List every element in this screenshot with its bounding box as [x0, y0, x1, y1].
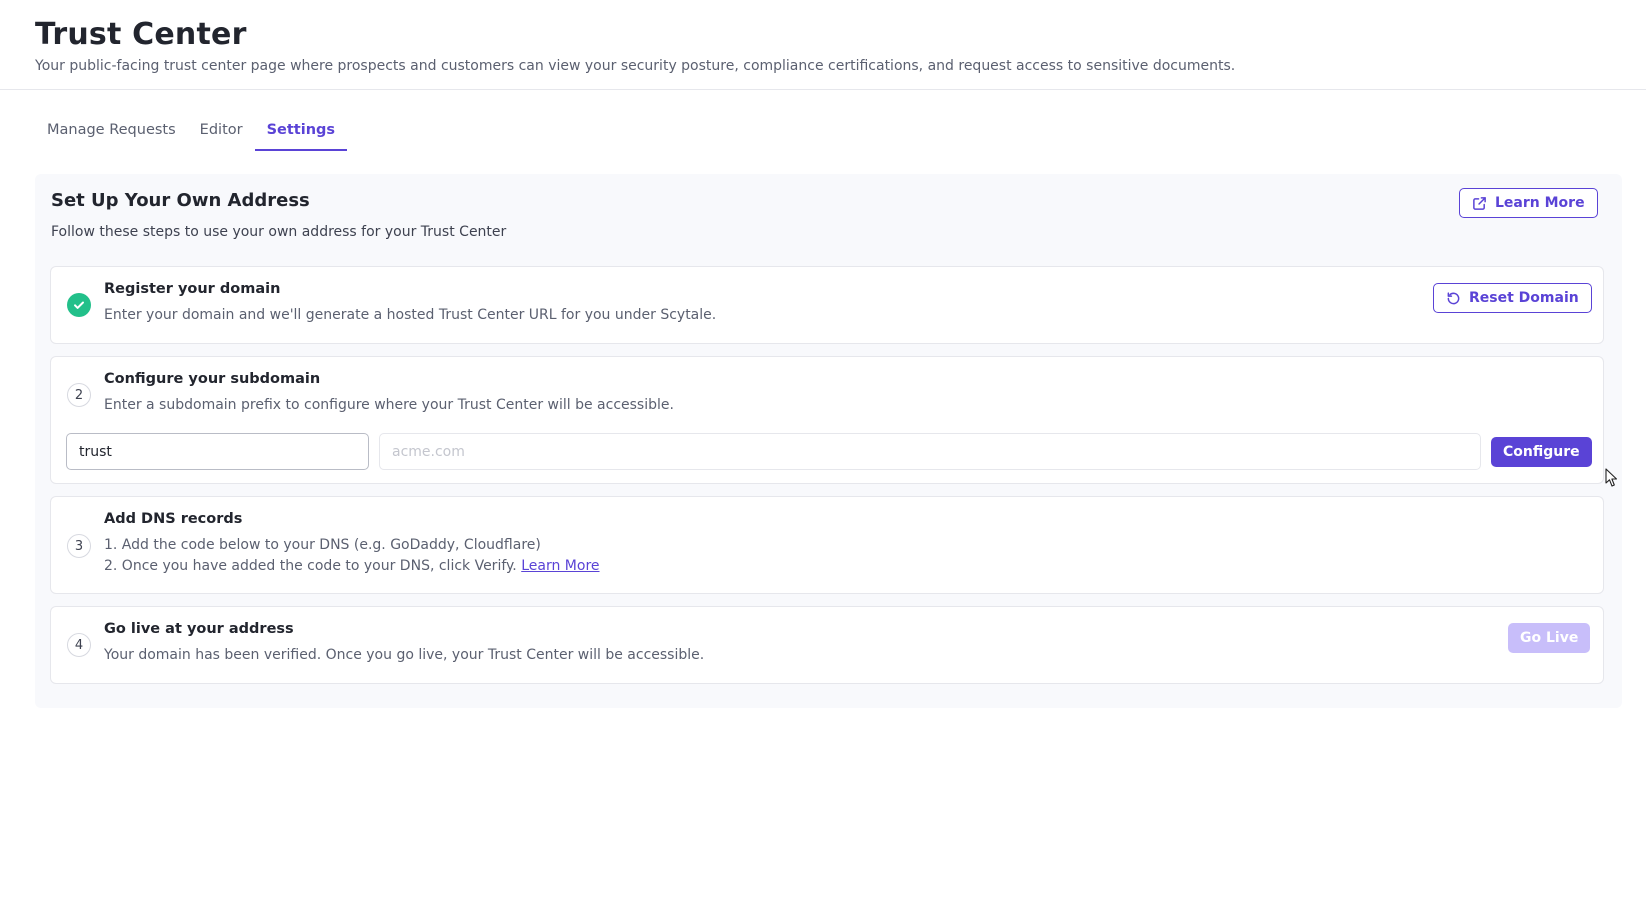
mouse-cursor-icon: [1605, 468, 1618, 487]
reset-domain-button[interactable]: Reset Domain: [1433, 283, 1592, 313]
step-register-domain: Register your domain Enter your domain a…: [50, 266, 1604, 344]
page-header: Trust Center Your public-facing trust ce…: [0, 0, 1646, 90]
step-description: Enter a subdomain prefix to configure wh…: [104, 397, 674, 413]
tab-editor[interactable]: Editor: [188, 112, 255, 151]
step-title: Register your domain: [104, 281, 281, 297]
go-live-button[interactable]: Go Live: [1508, 623, 1591, 653]
tab-manage-requests[interactable]: Manage Requests: [35, 112, 188, 151]
step-description: Your domain has been verified. Once you …: [104, 647, 705, 663]
subdomain-prefix-input[interactable]: [66, 433, 369, 470]
check-icon: [67, 293, 91, 317]
step-number: 2: [67, 383, 91, 407]
external-link-icon: [1472, 196, 1495, 211]
step-title: Configure your subdomain: [104, 371, 321, 387]
reset-icon: [1446, 291, 1469, 306]
step-title: Add DNS records: [104, 511, 243, 527]
panel-title: Set Up Your Own Address: [51, 190, 310, 211]
learn-more-button[interactable]: Learn More: [1459, 188, 1598, 218]
tab-settings[interactable]: Settings: [254, 112, 348, 151]
domain-input[interactable]: [379, 433, 1481, 470]
dns-instruction-2-row: 2. Once you have added the code to your …: [104, 556, 600, 577]
step-number: 3: [67, 534, 91, 558]
custom-address-panel: Set Up Your Own Address Follow these ste…: [35, 174, 1622, 708]
dns-instruction-1: 1. Add the code below to your DNS (e.g. …: [104, 537, 541, 553]
dns-learn-more-link[interactable]: Learn More: [521, 558, 599, 574]
step-description: Enter your domain and we'll generate a h…: [104, 307, 717, 323]
learn-more-label: Learn More: [1495, 195, 1585, 211]
tab-bar: Manage Requests Editor Settings: [35, 112, 348, 151]
step-go-live: 4 Go live at your address Your domain ha…: [50, 606, 1604, 684]
step-number: 4: [67, 633, 91, 657]
step-configure-subdomain: 2 Configure your subdomain Enter a subdo…: [50, 356, 1604, 484]
step-add-dns-records: 3 Add DNS records 1. Add the code below …: [50, 496, 1604, 594]
step-title: Go live at your address: [104, 621, 294, 637]
configure-button[interactable]: Configure: [1491, 437, 1592, 467]
page-title: Trust Center: [35, 17, 247, 52]
panel-description: Follow these steps to use your own addre…: [51, 224, 507, 240]
reset-domain-label: Reset Domain: [1469, 290, 1579, 306]
page-subtitle: Your public-facing trust center page whe…: [35, 58, 1236, 74]
dns-instruction-2: 2. Once you have added the code to your …: [104, 558, 517, 574]
